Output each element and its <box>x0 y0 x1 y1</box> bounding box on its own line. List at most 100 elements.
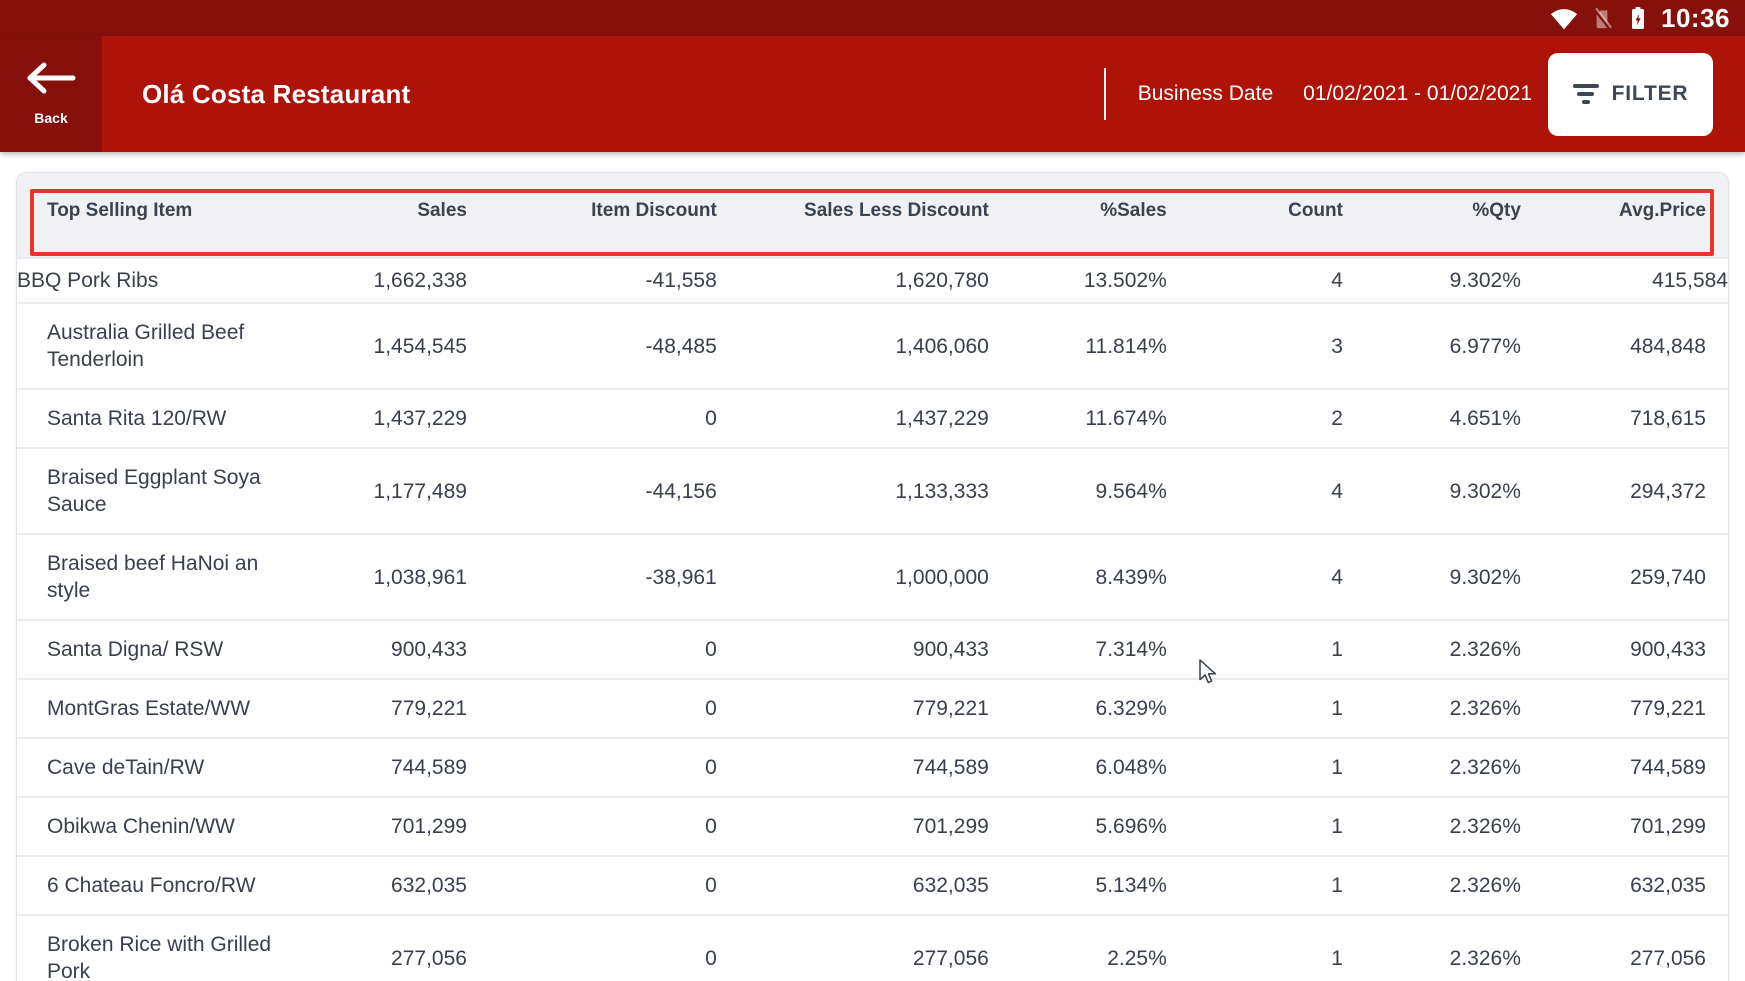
cell-sales-less-discount: 1,000,000 <box>717 534 989 620</box>
cell-sales-less-discount: 1,133,333 <box>717 448 989 534</box>
cell-item-discount: -38,961 <box>467 534 717 620</box>
cell-top-selling-item: MontGras Estate/WW <box>17 679 287 738</box>
column-header-top-selling-item[interactable]: Top Selling Item <box>17 173 287 258</box>
cell-avg-price: 484,848 <box>1521 303 1728 389</box>
cell-pct-sales: 5.696% <box>989 797 1167 856</box>
top-selling-items-table: Top Selling ItemSalesItem DiscountSales … <box>17 173 1728 981</box>
cell-sales: 900,433 <box>287 620 467 679</box>
cell-sales: 1,038,961 <box>287 534 467 620</box>
cell-count: 1 <box>1167 679 1343 738</box>
cell-sales-less-discount: 701,299 <box>717 797 989 856</box>
status-time: 10:36 <box>1661 3 1730 34</box>
cell-pct-qty: 2.326% <box>1343 856 1521 915</box>
table-row[interactable]: Braised beef HaNoi an style1,038,961-38,… <box>17 534 1728 620</box>
battery-charging-icon <box>1626 5 1650 31</box>
table-row[interactable]: Santa Rita 120/RW1,437,22901,437,22911.6… <box>17 389 1728 448</box>
cell-sales-less-discount: 900,433 <box>717 620 989 679</box>
cell-sales-less-discount: 1,437,229 <box>717 389 989 448</box>
cell-avg-price: 294,372 <box>1521 448 1728 534</box>
cell-top-selling-item: Braised beef HaNoi an style <box>17 534 287 620</box>
cell-item-discount: -48,485 <box>467 303 717 389</box>
cell-top-selling-item: BBQ Pork Ribs <box>17 258 287 303</box>
column-header-pct-qty[interactable]: %Qty <box>1343 173 1521 258</box>
cell-sales-less-discount: 779,221 <box>717 679 989 738</box>
cell-pct-qty: 6.977% <box>1343 303 1521 389</box>
cell-top-selling-item: Braised Eggplant Soya Sauce <box>17 448 287 534</box>
page-title: Olá Costa Restaurant <box>142 79 410 110</box>
back-arrow-icon <box>26 62 76 94</box>
cell-top-selling-item: Santa Digna/ RSW <box>17 620 287 679</box>
cell-pct-qty: 2.326% <box>1343 679 1521 738</box>
table-row[interactable]: MontGras Estate/WW779,2210779,2216.329%1… <box>17 679 1728 738</box>
cell-count: 1 <box>1167 620 1343 679</box>
column-header-sales[interactable]: Sales <box>287 173 467 258</box>
cell-count: 1 <box>1167 915 1343 981</box>
cell-sales: 744,589 <box>287 738 467 797</box>
cell-sales-less-discount: 1,406,060 <box>717 303 989 389</box>
column-header-sales-less-discount[interactable]: Sales Less Discount <box>717 173 989 258</box>
table-header-row: Top Selling ItemSalesItem DiscountSales … <box>17 173 1728 258</box>
filter-button[interactable]: FILTER <box>1548 53 1713 136</box>
cell-sales-less-discount: 744,589 <box>717 738 989 797</box>
cell-item-discount: 0 <box>467 915 717 981</box>
cell-pct-sales: 9.564% <box>989 448 1167 534</box>
cell-avg-price: 415,584 <box>1521 258 1728 303</box>
cell-sales: 1,437,229 <box>287 389 467 448</box>
cell-pct-qty: 2.326% <box>1343 797 1521 856</box>
back-button[interactable]: Back <box>0 36 102 152</box>
cell-pct-sales: 7.314% <box>989 620 1167 679</box>
cell-sales: 701,299 <box>287 797 467 856</box>
table-row[interactable]: Australia Grilled Beef Tenderloin1,454,5… <box>17 303 1728 389</box>
cell-top-selling-item: Broken Rice with Grilled Pork <box>17 915 287 981</box>
cell-avg-price: 900,433 <box>1521 620 1728 679</box>
cell-pct-sales: 11.674% <box>989 389 1167 448</box>
cell-avg-price: 779,221 <box>1521 679 1728 738</box>
cell-sales-less-discount: 632,035 <box>717 856 989 915</box>
cell-count: 2 <box>1167 389 1343 448</box>
column-header-pct-sales[interactable]: %Sales <box>989 173 1167 258</box>
header-divider <box>1104 68 1106 120</box>
business-date-value[interactable]: 01/02/2021 - 01/02/2021 <box>1303 82 1532 106</box>
cell-count: 1 <box>1167 856 1343 915</box>
table-row[interactable]: Obikwa Chenin/WW701,2990701,2995.696%12.… <box>17 797 1728 856</box>
column-header-count[interactable]: Count <box>1167 173 1343 258</box>
cell-top-selling-item: Cave deTain/RW <box>17 738 287 797</box>
cell-pct-sales: 8.439% <box>989 534 1167 620</box>
cell-top-selling-item: 6 Chateau Foncro/RW <box>17 856 287 915</box>
cell-pct-qty: 9.302% <box>1343 258 1521 303</box>
cell-item-discount: 0 <box>467 389 717 448</box>
cell-item-discount: 0 <box>467 738 717 797</box>
table-row[interactable]: BBQ Pork Ribs1,662,338-41,5581,620,78013… <box>17 258 1728 303</box>
cell-pct-sales: 6.329% <box>989 679 1167 738</box>
cell-sales-less-discount: 1,620,780 <box>717 258 989 303</box>
column-header-avg-price[interactable]: Avg.Price <box>1521 173 1728 258</box>
cell-item-discount: 0 <box>467 797 717 856</box>
table-row[interactable]: 6 Chateau Foncro/RW632,0350632,0355.134%… <box>17 856 1728 915</box>
cell-pct-sales: 6.048% <box>989 738 1167 797</box>
filter-button-label: FILTER <box>1612 82 1689 106</box>
cell-avg-price: 744,589 <box>1521 738 1728 797</box>
cell-item-discount: 0 <box>467 679 717 738</box>
cell-pct-sales: 5.134% <box>989 856 1167 915</box>
cell-avg-price: 277,056 <box>1521 915 1728 981</box>
filter-icon <box>1573 84 1599 104</box>
table-row[interactable]: Cave deTain/RW744,5890744,5896.048%12.32… <box>17 738 1728 797</box>
cell-item-discount: -41,558 <box>467 258 717 303</box>
table-row[interactable]: Broken Rice with Grilled Pork277,0560277… <box>17 915 1728 981</box>
cell-sales: 632,035 <box>287 856 467 915</box>
cell-top-selling-item: Santa Rita 120/RW <box>17 389 287 448</box>
cell-pct-sales: 13.502% <box>989 258 1167 303</box>
wifi-icon <box>1550 7 1578 30</box>
cell-top-selling-item: Australia Grilled Beef Tenderloin <box>17 303 287 389</box>
status-bar: 10:36 <box>0 0 1745 36</box>
cell-avg-price: 718,615 <box>1521 389 1728 448</box>
cell-count: 3 <box>1167 303 1343 389</box>
table-row[interactable]: Braised Eggplant Soya Sauce1,177,489-44,… <box>17 448 1728 534</box>
cell-pct-qty: 9.302% <box>1343 534 1521 620</box>
cell-sales: 1,177,489 <box>287 448 467 534</box>
table-row[interactable]: Santa Digna/ RSW900,4330900,4337.314%12.… <box>17 620 1728 679</box>
cell-sales: 277,056 <box>287 915 467 981</box>
column-header-item-discount[interactable]: Item Discount <box>467 173 717 258</box>
cell-count: 1 <box>1167 738 1343 797</box>
cell-count: 1 <box>1167 797 1343 856</box>
